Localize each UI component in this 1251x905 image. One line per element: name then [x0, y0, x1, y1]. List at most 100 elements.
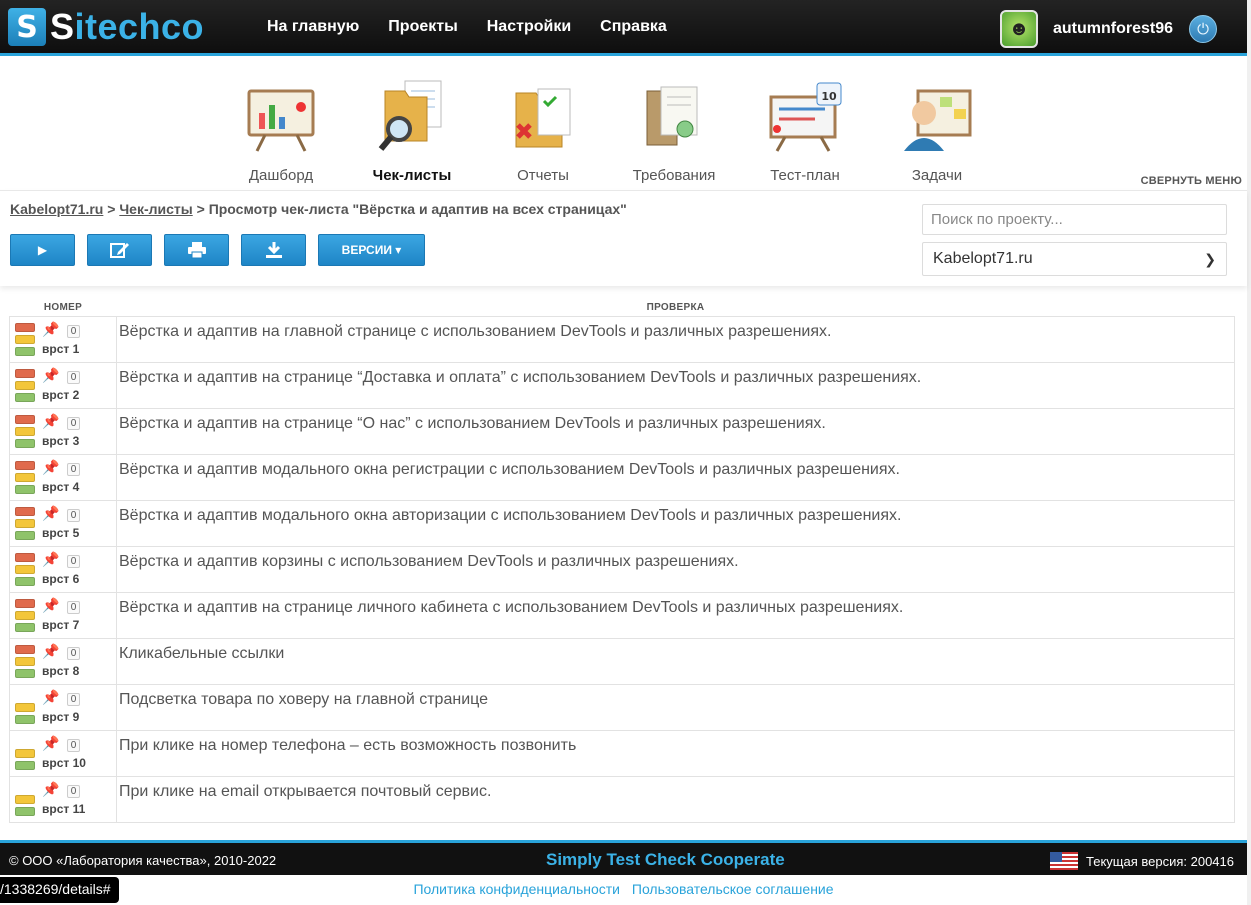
menu-item-dashboard[interactable]: Дашборд — [226, 77, 336, 184]
status-flag-red[interactable] — [15, 322, 35, 332]
status-flag-green[interactable] — [15, 576, 35, 586]
pin-icon[interactable]: 📌 — [42, 781, 59, 798]
table-row[interactable]: 📌 0 врст 2 Вёрстка и адаптив на странице… — [9, 361, 1235, 409]
table-row[interactable]: 📌 0 врст 8 Кликабельные ссылки — [9, 637, 1235, 685]
nav-help[interactable]: Справка — [600, 18, 667, 36]
breadcrumb-section[interactable]: Чек-листы — [119, 201, 192, 217]
comment-counter[interactable]: 0 — [67, 416, 80, 430]
nav-projects[interactable]: Проекты — [388, 18, 457, 36]
status-flag-yellow[interactable] — [15, 564, 35, 574]
row-check-text[interactable]: При клике на номер телефона – есть возмо… — [116, 729, 1235, 777]
row-check-text[interactable]: Вёрстка и адаптив корзины с использовани… — [116, 545, 1235, 593]
menu-item-test-plan[interactable]: 10 Тест-план — [750, 77, 860, 184]
table-row[interactable]: 📌 0 врст 4 Вёрстка и адаптив модального … — [9, 453, 1235, 501]
pin-icon[interactable]: 📌 — [42, 321, 59, 338]
comment-counter[interactable]: 0 — [67, 554, 80, 568]
power-icon[interactable]: ⏻ — [1189, 15, 1217, 43]
status-flag-yellow[interactable] — [15, 794, 35, 804]
comment-counter[interactable]: 0 — [67, 692, 80, 706]
table-row[interactable]: 📌 0 врст 11 При клике на email открывает… — [9, 775, 1235, 823]
nav-settings[interactable]: Настройки — [487, 18, 571, 36]
comment-counter[interactable]: 0 — [67, 738, 80, 752]
print-button[interactable] — [164, 234, 229, 266]
status-flag-yellow[interactable] — [15, 518, 35, 528]
status-flag-red[interactable] — [15, 552, 35, 562]
agreement-link[interactable]: Пользовательское соглашение — [632, 881, 834, 897]
pin-icon[interactable]: 📌 — [42, 367, 59, 384]
pin-icon[interactable]: 📌 — [42, 505, 59, 522]
status-flag-green[interactable] — [15, 530, 35, 540]
download-button[interactable] — [241, 234, 306, 266]
pin-icon[interactable]: 📌 — [42, 413, 59, 430]
status-flag-green[interactable] — [15, 484, 35, 494]
pin-icon[interactable]: 📌 — [42, 643, 59, 660]
status-flag-red[interactable] — [15, 414, 35, 424]
row-check-text[interactable]: Вёрстка и адаптив на странице “О нас” с … — [116, 407, 1235, 455]
status-flag-green[interactable] — [15, 806, 35, 816]
comment-counter[interactable]: 0 — [67, 646, 80, 660]
status-flag-yellow[interactable] — [15, 426, 35, 436]
status-flag-green[interactable] — [15, 622, 35, 632]
status-flag-yellow[interactable] — [15, 472, 35, 482]
row-check-text[interactable]: Вёрстка и адаптив модального окна автори… — [116, 499, 1235, 547]
breadcrumb-project[interactable]: Kabelopt71.ru — [10, 201, 103, 217]
table-row[interactable]: 📌 0 врст 10 При клике на номер телефона … — [9, 729, 1235, 777]
table-row[interactable]: 📌 0 врст 6 Вёрстка и адаптив корзины с и… — [9, 545, 1235, 593]
menu-item-reports[interactable]: Отчеты — [488, 77, 598, 184]
status-flag-green[interactable] — [15, 760, 35, 770]
us-flag-icon[interactable] — [1050, 852, 1079, 870]
comment-counter[interactable]: 0 — [67, 324, 80, 338]
comment-counter[interactable]: 0 — [67, 370, 80, 384]
status-flag-green[interactable] — [15, 346, 35, 356]
edit-button[interactable] — [87, 234, 152, 266]
nav-home[interactable]: На главную — [267, 18, 359, 36]
comment-counter[interactable]: 0 — [67, 508, 80, 522]
status-flag-red[interactable] — [15, 368, 35, 378]
status-flag-red[interactable] — [15, 460, 35, 470]
pin-icon[interactable]: 📌 — [42, 735, 59, 752]
row-check-text[interactable]: При клике на email открывается почтовый … — [116, 775, 1235, 823]
privacy-link[interactable]: Политика конфиденциальности — [413, 881, 620, 897]
status-flag-red[interactable] — [15, 506, 35, 516]
status-flag-yellow[interactable] — [15, 748, 35, 758]
status-flag-yellow[interactable] — [15, 334, 35, 344]
versions-button[interactable]: ВЕРСИИ ▾ — [318, 234, 425, 266]
row-check-text[interactable]: Подсветка товара по ховеру на главной ст… — [116, 683, 1235, 731]
search-input[interactable] — [922, 204, 1227, 235]
status-flag-yellow[interactable] — [15, 702, 35, 712]
row-check-text[interactable]: Кликабельные ссылки — [116, 637, 1235, 685]
pin-icon[interactable]: 📌 — [42, 551, 59, 568]
row-check-text[interactable]: Вёрстка и адаптив на главной странице с … — [116, 315, 1235, 363]
table-row[interactable]: 📌 0 врст 7 Вёрстка и адаптив на странице… — [9, 591, 1235, 639]
collapse-menu-link[interactable]: СВЕРНУТЬ МЕНЮ — [1141, 175, 1242, 187]
status-flag-yellow[interactable] — [15, 610, 35, 620]
row-check-text[interactable]: Вёрстка и адаптив на странице личного ка… — [116, 591, 1235, 639]
logo[interactable]: S Sitechco — [8, 8, 204, 46]
comment-counter[interactable]: 0 — [67, 784, 80, 798]
project-select[interactable]: Kabelopt71.ru ❯ — [922, 242, 1227, 276]
comment-counter[interactable]: 0 — [67, 462, 80, 476]
status-flag-green[interactable] — [15, 714, 35, 724]
pin-icon[interactable]: 📌 — [42, 597, 59, 614]
menu-item-checklists[interactable]: Чек-листы — [357, 77, 467, 184]
avatar[interactable]: ☻ — [999, 10, 1038, 48]
table-row[interactable]: 📌 0 врст 5 Вёрстка и адаптив модального … — [9, 499, 1235, 547]
run-button[interactable]: ▶ — [10, 234, 75, 266]
status-flag-yellow[interactable] — [15, 380, 35, 390]
status-flag-green[interactable] — [15, 392, 35, 402]
scrollbar[interactable] — [1247, 0, 1251, 905]
comment-counter[interactable]: 0 — [67, 600, 80, 614]
column-header-check[interactable]: ПРОВЕРКА — [116, 286, 1235, 317]
username[interactable]: autumnforest96 — [1053, 20, 1173, 38]
row-check-text[interactable]: Вёрстка и адаптив на странице “Доставка … — [116, 361, 1235, 409]
status-flag-green[interactable] — [15, 438, 35, 448]
pin-icon[interactable]: 📌 — [42, 459, 59, 476]
status-flag-red[interactable] — [15, 644, 35, 654]
table-row[interactable]: 📌 0 врст 9 Подсветка товара по ховеру на… — [9, 683, 1235, 731]
status-flag-yellow[interactable] — [15, 656, 35, 666]
column-header-num[interactable]: НОМЕР — [9, 286, 117, 317]
pin-icon[interactable]: 📌 — [42, 689, 59, 706]
table-row[interactable]: 📌 0 врст 1 Вёрстка и адаптив на главной … — [9, 315, 1235, 363]
row-check-text[interactable]: Вёрстка и адаптив модального окна регист… — [116, 453, 1235, 501]
status-flag-green[interactable] — [15, 668, 35, 678]
